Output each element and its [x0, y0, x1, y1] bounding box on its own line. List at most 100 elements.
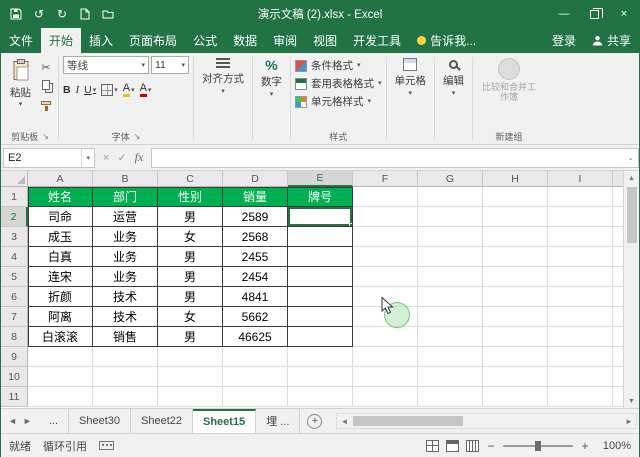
- font-color-button[interactable]: A▾: [140, 83, 152, 97]
- cell-I2[interactable]: [548, 207, 613, 227]
- cell-D6[interactable]: 4841: [223, 287, 288, 307]
- format-painter-icon[interactable]: [38, 96, 54, 110]
- cell-F6[interactable]: [353, 287, 418, 307]
- cell-B8[interactable]: 销售: [93, 327, 158, 347]
- cell-D8[interactable]: 46625: [223, 327, 288, 347]
- horizontal-scroll-thumb[interactable]: [353, 416, 463, 426]
- column-header-C[interactable]: C: [158, 171, 223, 187]
- ribbon-tab-7[interactable]: 视图: [305, 28, 345, 53]
- column-header-H[interactable]: H: [483, 171, 548, 187]
- cell-B5[interactable]: 业务: [93, 267, 158, 287]
- open-icon[interactable]: [101, 7, 115, 21]
- scroll-right-icon[interactable]: ►: [622, 414, 636, 428]
- cell-I11[interactable]: [548, 387, 613, 407]
- editing-button[interactable]: 编辑 ▾: [439, 56, 468, 99]
- row-header-6[interactable]: 6: [1, 287, 28, 307]
- cell-A10[interactable]: [28, 367, 93, 387]
- ribbon-tab-3[interactable]: 页面布局: [121, 28, 185, 53]
- cell-E2[interactable]: [288, 207, 353, 227]
- cell-G9[interactable]: [418, 347, 483, 367]
- cell-F2[interactable]: [353, 207, 418, 227]
- horizontal-scrollbar[interactable]: ◄ ►: [336, 413, 637, 429]
- cell-F9[interactable]: [353, 347, 418, 367]
- row-header-5[interactable]: 5: [1, 267, 28, 287]
- cell-C4[interactable]: 男: [158, 247, 223, 267]
- borders-button[interactable]: ▾: [101, 84, 118, 96]
- cell-F3[interactable]: [353, 227, 418, 247]
- cell-F11[interactable]: [353, 387, 418, 407]
- name-box[interactable]: E2 ▾: [3, 148, 95, 168]
- cell-C2[interactable]: 男: [158, 207, 223, 227]
- cell-A2[interactable]: 司命: [28, 207, 93, 227]
- restore-button[interactable]: [579, 0, 609, 28]
- cell-styles-button[interactable]: 单元格样式 ▾: [295, 94, 382, 109]
- sheet-tab-Sheet30[interactable]: Sheet30: [69, 409, 131, 433]
- cell-E9[interactable]: [288, 347, 353, 367]
- cell-D10[interactable]: [223, 367, 288, 387]
- cell-B3[interactable]: 业务: [93, 227, 158, 247]
- alignment-button[interactable]: 对齐方式 ▾: [198, 56, 248, 97]
- cell-A6[interactable]: 折颜: [28, 287, 93, 307]
- column-header-F[interactable]: F: [353, 171, 418, 187]
- cell-E5[interactable]: [288, 267, 353, 287]
- insert-function-icon[interactable]: fx: [135, 150, 144, 165]
- cell-G7[interactable]: [418, 307, 483, 327]
- zoom-slider[interactable]: [503, 445, 573, 447]
- copy-icon[interactable]: [38, 78, 54, 92]
- sheet-tab-Sheet22[interactable]: Sheet22: [131, 409, 193, 433]
- cell-H10[interactable]: [483, 367, 548, 387]
- zoom-slider-thumb[interactable]: [535, 441, 541, 451]
- column-header-D[interactable]: D: [223, 171, 288, 187]
- horizontal-scroll-track[interactable]: [351, 414, 622, 428]
- new-sheet-button[interactable]: +: [307, 414, 322, 429]
- formula-bar-expand-icon[interactable]: ⌄: [623, 148, 639, 168]
- normal-view-icon[interactable]: [426, 440, 439, 452]
- cell-I6[interactable]: [548, 287, 613, 307]
- cell-C11[interactable]: [158, 387, 223, 407]
- cell-H5[interactable]: [483, 267, 548, 287]
- scroll-up-icon[interactable]: ▲: [624, 171, 639, 185]
- cell-G5[interactable]: [418, 267, 483, 287]
- cut-icon[interactable]: ✂: [38, 60, 54, 74]
- cell-D9[interactable]: [223, 347, 288, 367]
- cell-E3[interactable]: [288, 227, 353, 247]
- sheet-tab-overflow-4[interactable]: 埋 ...: [256, 409, 300, 433]
- ribbon-tab-1[interactable]: 开始: [41, 28, 81, 53]
- cell-F8[interactable]: [353, 327, 418, 347]
- cell-F1[interactable]: [353, 187, 418, 207]
- cell-E4[interactable]: [288, 247, 353, 267]
- cell-C7[interactable]: 女: [158, 307, 223, 327]
- cell-G11[interactable]: [418, 387, 483, 407]
- bold-button[interactable]: B: [63, 84, 71, 96]
- cell-D2[interactable]: 2589: [223, 207, 288, 227]
- cell-F10[interactable]: [353, 367, 418, 387]
- ribbon-tab-5[interactable]: 数据: [225, 28, 265, 53]
- format-as-table-button[interactable]: 套用表格格式 ▾: [295, 76, 382, 91]
- column-header-A[interactable]: A: [28, 171, 93, 187]
- sign-in-button[interactable]: 登录: [544, 28, 584, 53]
- new-document-icon[interactable]: [78, 7, 92, 21]
- next-sheet-icon[interactable]: ►: [23, 416, 32, 426]
- cell-B2[interactable]: 运营: [93, 207, 158, 227]
- cell-I4[interactable]: [548, 247, 613, 267]
- row-header-8[interactable]: 8: [1, 327, 28, 347]
- cell-E1[interactable]: 牌号: [288, 187, 353, 207]
- ribbon-tab-9[interactable]: 告诉我...: [409, 28, 484, 53]
- prev-sheet-icon[interactable]: ◄: [8, 416, 17, 426]
- row-header-1[interactable]: 1: [1, 187, 28, 207]
- cell-C3[interactable]: 女: [158, 227, 223, 247]
- row-header-10[interactable]: 10: [1, 367, 28, 387]
- cell-D5[interactable]: 2454: [223, 267, 288, 287]
- zoom-in-icon[interactable]: +: [580, 439, 590, 453]
- paste-button[interactable]: 粘贴 ▾: [6, 56, 35, 111]
- column-header-E[interactable]: E: [288, 171, 353, 187]
- cell-B7[interactable]: 技术: [93, 307, 158, 327]
- cell-B11[interactable]: [93, 387, 158, 407]
- number-button[interactable]: % 数字 ▾: [257, 56, 286, 100]
- row-header-9[interactable]: 9: [1, 347, 28, 367]
- row-header-2[interactable]: 2: [1, 207, 28, 227]
- column-header-G[interactable]: G: [418, 171, 483, 187]
- cell-H2[interactable]: [483, 207, 548, 227]
- cell-C6[interactable]: 男: [158, 287, 223, 307]
- cell-G4[interactable]: [418, 247, 483, 267]
